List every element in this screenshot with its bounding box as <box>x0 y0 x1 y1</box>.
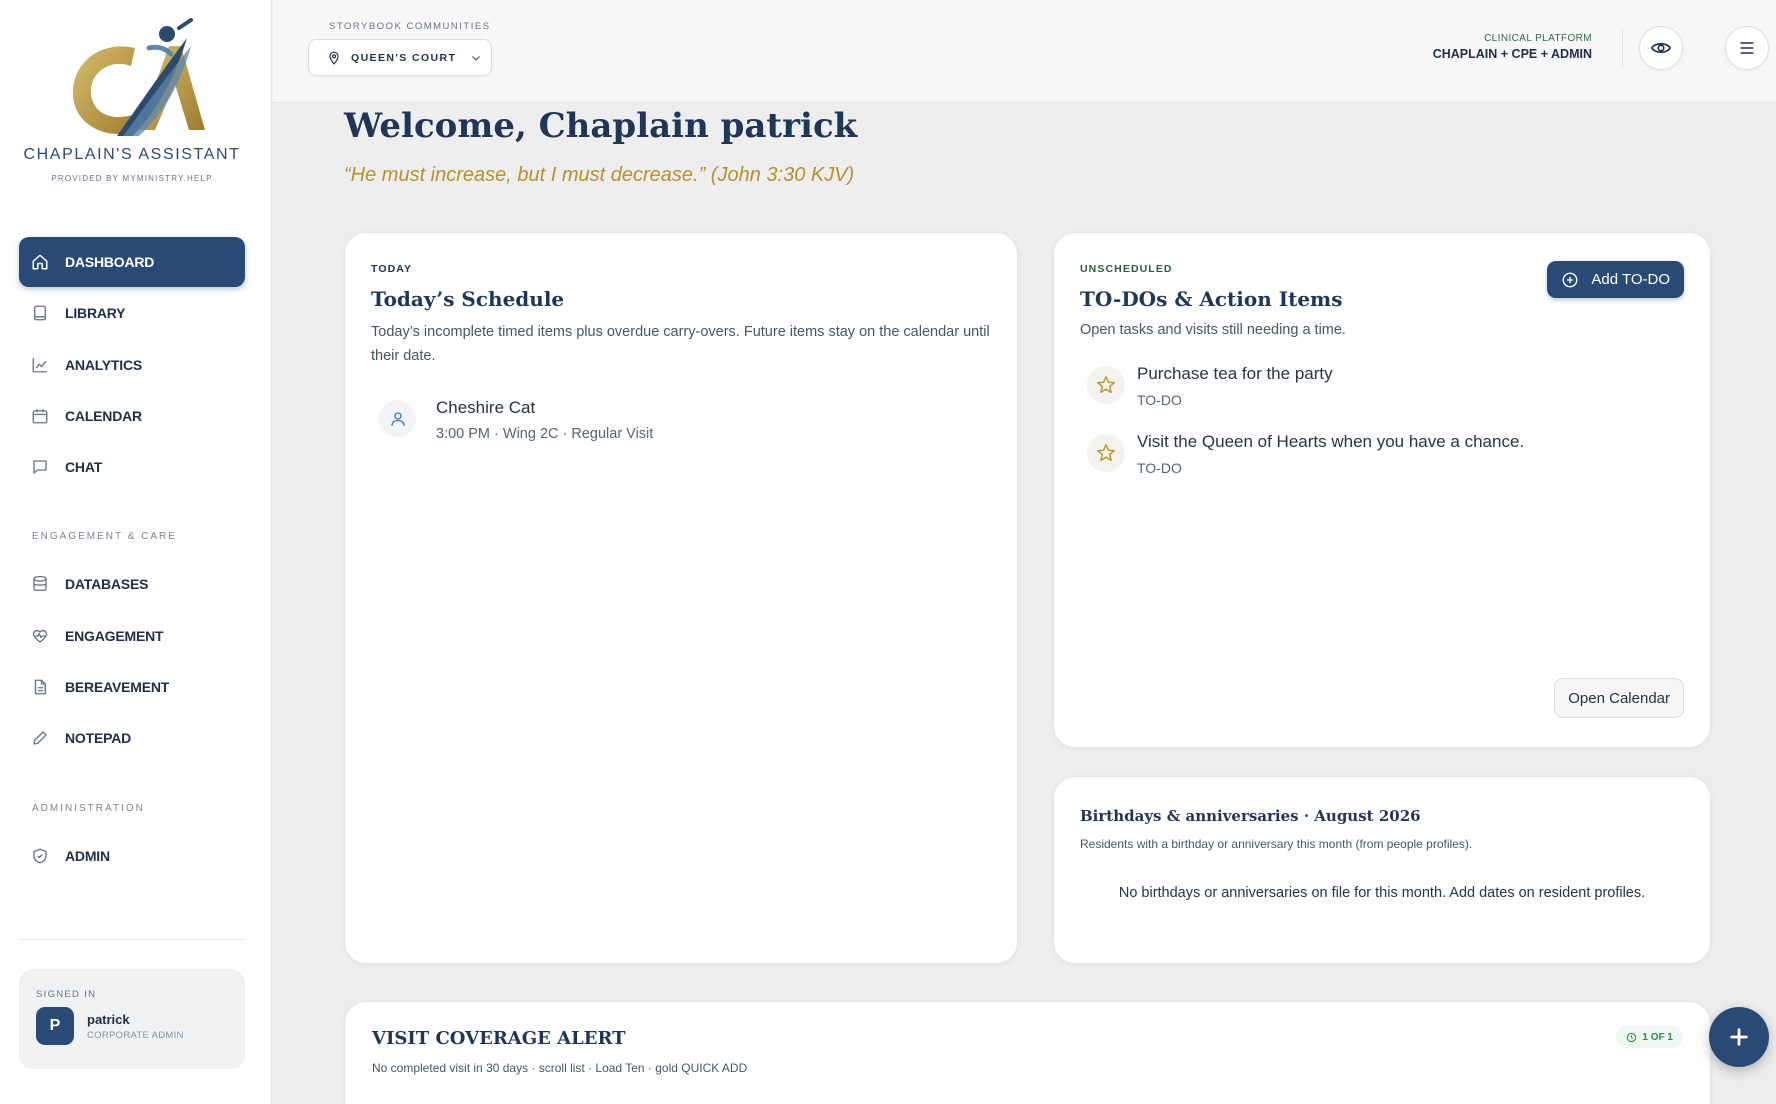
clock-icon <box>1626 1032 1637 1043</box>
chart-icon <box>31 356 49 374</box>
schedule-item[interactable]: Cheshire Cat 3:00 PM · Wing 2C · Regular… <box>371 398 991 442</box>
todo-item[interactable]: Visit the Queen of Hearts when you have … <box>1080 432 1684 476</box>
platform-info: CLINICAL PLATFORM CHAPLAIN + CPE + ADMIN <box>1433 33 1592 61</box>
birthdays-card: Birthdays & anniversaries · August 2026 … <box>1053 776 1711 964</box>
sidebar-item-label: CALENDAR <box>65 407 142 424</box>
sidebar-item-label: ADMIN <box>65 847 110 864</box>
add-todo-button[interactable]: Add TO-DO <box>1547 261 1684 298</box>
schedule-kicker: TODAY <box>371 263 413 275</box>
plus-icon <box>1728 1026 1750 1048</box>
todo-title: Visit the Queen of Hearts when you have … <box>1137 432 1525 451</box>
sidebar-item-calendar[interactable]: CALENDAR <box>19 391 245 441</box>
todos-description: Open tasks and visits still needing a ti… <box>1080 322 1346 338</box>
community-label: STORYBOOK COMMUNITIES <box>329 21 491 32</box>
nav-section-engagement: ENGAGEMENT & CARE <box>32 531 177 543</box>
sidebar-item-label: LIBRARY <box>65 305 126 322</box>
calendar-icon <box>31 407 49 425</box>
community-value: QUEEN'S COURT <box>351 51 457 64</box>
sidebar-item-label: DATABASES <box>65 576 149 593</box>
sidebar-item-label: NOTEPAD <box>65 730 132 747</box>
schedule-card: TODAY Today’s Schedule Today’s incomplet… <box>344 232 1018 964</box>
alert-description: No completed visit in 30 days · scroll l… <box>372 1061 748 1075</box>
topbar-separator <box>1622 30 1623 68</box>
schedule-item-name: Cheshire Cat <box>436 398 536 417</box>
sidebar-item-label: DASHBOARD <box>65 254 155 270</box>
sidebar-nav: DASHBOARD LIBRARY ANALYTICS CALENDAR CHA… <box>19 237 245 882</box>
eye-icon <box>1650 37 1672 59</box>
sidebar-item-label: ANALYTICS <box>65 356 143 373</box>
top-bar: STORYBOOK COMMUNITIES QUEEN'S COURT CLIN… <box>273 0 1776 103</box>
sidebar: CHAPLAIN'S ASSISTANT PROVIDED BY MYMINIS… <box>0 0 272 1104</box>
birthdays-empty-state: No birthdays or anniversaries on file fo… <box>1118 885 1646 901</box>
visit-coverage-alert: VISIT COVERAGE ALERT No completed visit … <box>344 1001 1711 1104</box>
platform-value: CHAPLAIN + CPE + ADMIN <box>1432 47 1592 61</box>
sidebar-item-chat[interactable]: CHAT <box>19 442 245 492</box>
database-icon <box>31 575 49 593</box>
sidebar-item-notepad[interactable]: NOTEPAD <box>19 713 245 763</box>
book-icon <box>31 304 49 322</box>
sidebar-item-bereavement[interactable]: BEREAVEMENT <box>19 662 245 712</box>
platform-label: CLINICAL PLATFORM <box>1484 33 1592 44</box>
view-toggle-button[interactable] <box>1639 26 1683 70</box>
brand-name: CHAPLAIN'S ASSISTANT <box>23 146 241 163</box>
star-icon <box>1087 366 1125 404</box>
home-icon <box>31 253 49 271</box>
todo-tag: TO-DO <box>1137 460 1182 476</box>
sidebar-item-label: ENGAGEMENT <box>65 627 164 644</box>
sidebar-item-analytics[interactable]: ANALYTICS <box>19 340 245 390</box>
alert-count-badge: 1 OF 1 <box>1616 1026 1683 1048</box>
sidebar-item-engagement[interactable]: ENGAGEMENT <box>19 611 245 661</box>
avatar: P <box>36 1007 74 1045</box>
heart-pulse-icon <box>31 627 49 645</box>
todo-tag: TO-DO <box>1137 392 1182 408</box>
nav-section-administration: ADMINISTRATION <box>32 802 145 814</box>
add-todo-label: Add TO-DO <box>1591 271 1670 288</box>
sidebar-item-databases[interactable]: DATABASES <box>19 559 245 609</box>
scripture-quote: “He must increase, but I must decrease.”… <box>344 164 855 186</box>
todo-title: Purchase tea for the party <box>1137 364 1333 383</box>
chaplains-assistant-logo <box>72 18 205 136</box>
sidebar-item-admin[interactable]: ADMIN <box>19 831 245 881</box>
chevron-down-icon <box>470 52 482 64</box>
open-calendar-button[interactable]: Open Calendar <box>1554 678 1684 718</box>
user-name: patrick <box>87 1011 130 1027</box>
alert-title: VISIT COVERAGE ALERT <box>372 1028 626 1049</box>
sidebar-item-label: CHAT <box>65 459 103 476</box>
hamburger-icon <box>1737 38 1757 58</box>
signed-in-panel[interactable]: SIGNED IN P patrick CORPORATE ADMIN <box>19 969 245 1069</box>
todo-item[interactable]: Purchase tea for the party TO-DO <box>1080 364 1684 408</box>
schedule-item-meta: 3:00 PM · Wing 2C · Regular Visit <box>436 426 654 442</box>
logo-block: CHAPLAIN'S ASSISTANT PROVIDED BY MYMINIS… <box>0 18 264 183</box>
map-pin-icon <box>327 51 341 65</box>
person-icon <box>379 400 416 437</box>
birthdays-description: Residents with a birthday or anniversary… <box>1080 837 1473 851</box>
alert-badge-label: 1 OF 1 <box>1642 1031 1673 1043</box>
plus-circle-icon <box>1561 271 1579 289</box>
page-title: Welcome, Chaplain patrick <box>344 106 858 146</box>
chat-icon <box>31 458 49 476</box>
pencil-icon <box>31 729 49 747</box>
birthdays-title: Birthdays & anniversaries · August 2026 <box>1080 807 1421 825</box>
schedule-title: Today’s Schedule <box>371 287 565 311</box>
community-select[interactable]: QUEEN'S COURT <box>308 39 492 76</box>
sidebar-item-dashboard[interactable]: DASHBOARD <box>19 237 245 287</box>
brand-provided-by: PROVIDED BY MYMINISTRY.HELP <box>51 174 213 183</box>
schedule-description: Today’s incomplete timed items plus over… <box>371 324 990 364</box>
todos-card: UNSCHEDULED TO-DOs & Action Items Open t… <box>1053 232 1711 748</box>
signed-in-label: SIGNED IN <box>36 989 97 1000</box>
star-icon <box>1087 434 1125 472</box>
user-role: CORPORATE ADMIN <box>87 1029 184 1041</box>
document-icon <box>31 678 49 696</box>
quick-add-button[interactable] <box>1709 1007 1769 1067</box>
sidebar-item-label: BEREAVEMENT <box>65 679 170 696</box>
sidebar-divider <box>19 939 245 940</box>
todo-list: Purchase tea for the party TO-DO Visit t… <box>1080 364 1684 476</box>
menu-button[interactable] <box>1725 26 1769 70</box>
sidebar-item-library[interactable]: LIBRARY <box>19 288 245 338</box>
shield-icon <box>31 847 49 865</box>
